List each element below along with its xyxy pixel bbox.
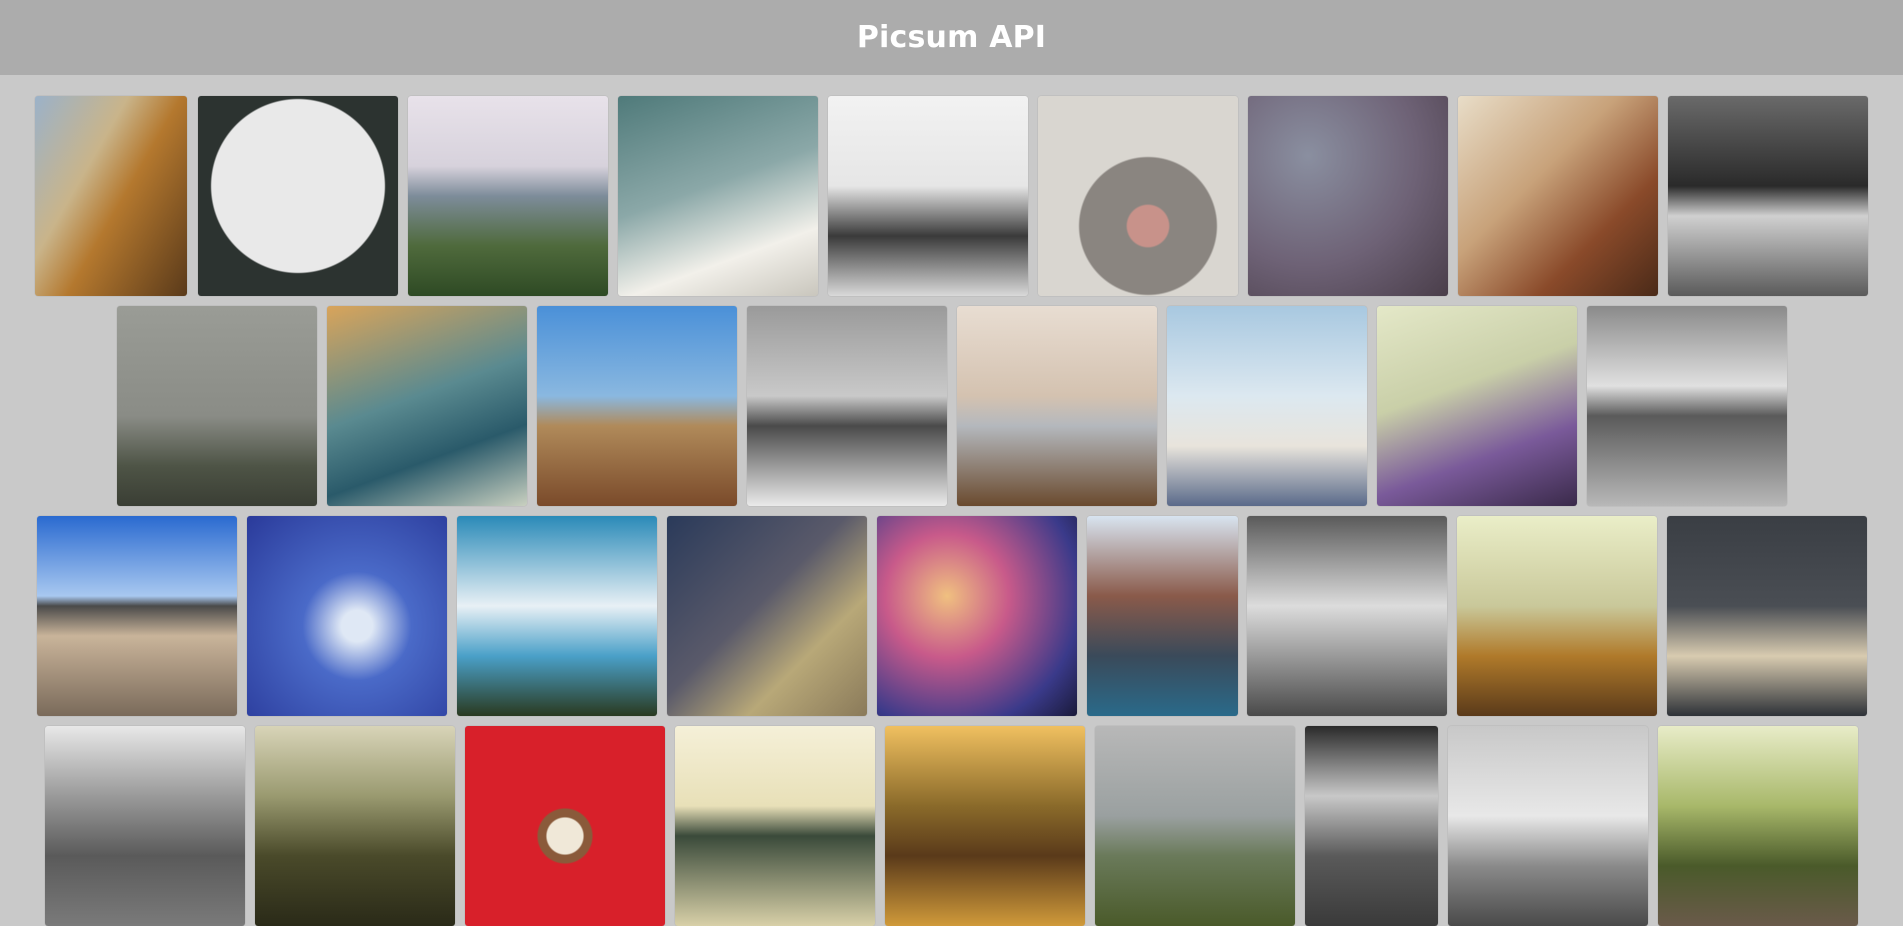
mountain-clouds-photo[interactable]: [457, 516, 657, 716]
girl-sunglasses-photo[interactable]: [675, 726, 875, 926]
clouds-sky-photo[interactable]: [618, 96, 818, 296]
brooklyn-bridge-photo[interactable]: [1668, 96, 1868, 296]
blue-sky-feather-photo[interactable]: [247, 516, 447, 716]
girl-sunset-field-photo[interactable]: [885, 726, 1085, 926]
pier-bw-photo[interactable]: [747, 306, 947, 506]
turntable-photo[interactable]: [828, 96, 1028, 296]
desert-valley-photo[interactable]: [537, 306, 737, 506]
misty-forest-sun-photo[interactable]: [255, 726, 455, 926]
cloudy-beach-photo[interactable]: [1587, 306, 1787, 506]
cafe-table-photo[interactable]: [1458, 96, 1658, 296]
fence-field-photo[interactable]: [1457, 516, 1657, 716]
pier-lamp-photo[interactable]: [1448, 726, 1648, 926]
cat-nose-photo[interactable]: [1038, 96, 1238, 296]
meadow-mountain-photo[interactable]: [1095, 726, 1295, 926]
hills-bw-photo[interactable]: [1305, 726, 1438, 926]
photo-gallery: [0, 0, 1903, 926]
boat-bird-photo[interactable]: [1377, 306, 1577, 506]
tuk-tuk-photo[interactable]: [327, 306, 527, 506]
sunset-pier-photo[interactable]: [37, 516, 237, 716]
tree-stump-sprout-photo[interactable]: [667, 516, 867, 716]
flatlay-gadgets-photo[interactable]: [198, 96, 398, 296]
lighthouse-photo[interactable]: [1247, 516, 1447, 716]
cactus-photo[interactable]: [35, 96, 187, 296]
coast-flowers-photo[interactable]: [408, 96, 608, 296]
city-street-photo[interactable]: [1087, 516, 1238, 716]
water-drops-photo[interactable]: [1248, 96, 1448, 296]
desk-setup-photo[interactable]: [1667, 516, 1867, 716]
railway-tracks-photo[interactable]: [1658, 726, 1858, 926]
laptop-desk-photo[interactable]: [957, 306, 1157, 506]
bokeh-lights-photo[interactable]: [877, 516, 1077, 716]
santorini-photo[interactable]: [1167, 306, 1367, 506]
town-bw-photo[interactable]: [45, 726, 245, 926]
foggy-coast-photo[interactable]: [117, 306, 317, 506]
coffee-cup-photo[interactable]: [465, 726, 665, 926]
